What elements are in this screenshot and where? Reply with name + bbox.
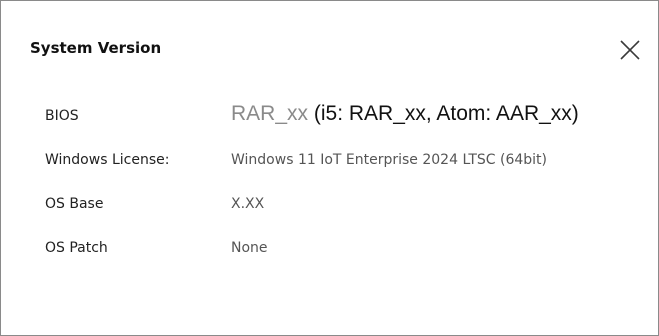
bios-value-group: RAR_xx (i5: RAR_xx, Atom: AAR_xx) [231,102,579,126]
os-patch-value: None [231,240,268,256]
bios-value: RAR_xx [231,102,309,125]
os-base-row: OS Base X.XX [45,196,645,224]
os-patch-label: OS Patch [45,240,108,256]
os-base-label: OS Base [45,196,104,212]
bios-variant-note: (i5: RAR_xx, Atom: AAR_xx) [313,102,579,125]
bios-row: BIOS RAR_xx (i5: RAR_xx, Atom: AAR_xx) [45,102,645,136]
system-version-dialog: System Version BIOS RAR_xx (i5: RAR_xx, … [0,0,659,336]
windows-license-row: Windows License: Windows 11 IoT Enterpri… [45,152,645,180]
os-base-value: X.XX [231,196,265,212]
os-patch-row: OS Patch None [45,240,645,268]
bios-label: BIOS [45,108,79,124]
close-icon [620,40,640,60]
windows-license-label: Windows License: [45,152,170,168]
close-button[interactable] [615,35,645,65]
dialog-title: System Version [30,39,162,57]
windows-license-value: Windows 11 IoT Enterprise 2024 LTSC (64b… [231,152,547,168]
